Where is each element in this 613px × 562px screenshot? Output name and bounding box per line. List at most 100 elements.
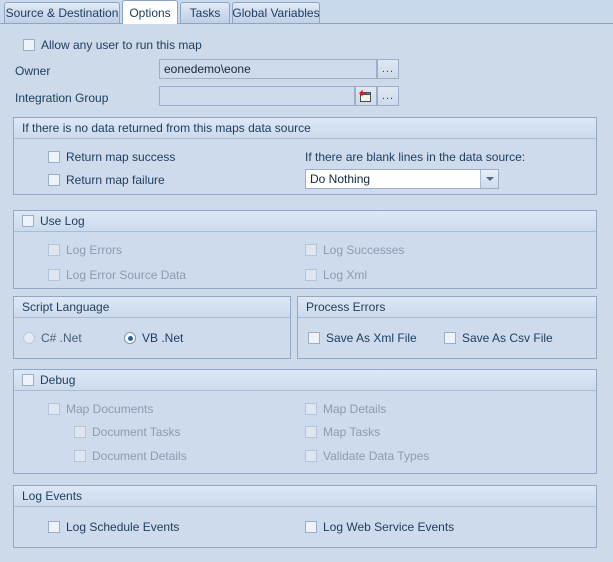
log-events-group-header: Log Events [14, 486, 596, 507]
tab-source-and-destination[interactable]: Source & Destination [4, 2, 120, 23]
options-content: Allow any user to run this map Owner eon… [1, 24, 609, 560]
radio-vb-net-row[interactable]: VB .Net [124, 331, 183, 345]
log-successes-checkbox[interactable] [305, 244, 317, 256]
save-as-xml-file-row[interactable]: Save As Xml File [308, 331, 417, 345]
script-language-group-title: Script Language [22, 300, 110, 314]
script-language-group-body: C# .Net VB .Net [14, 318, 290, 358]
map-documents-row[interactable]: Map Documents [48, 402, 153, 416]
log-errors-label: Log Errors [66, 243, 123, 257]
log-xml-checkbox[interactable] [305, 269, 317, 281]
save-as-csv-file-checkbox[interactable] [444, 332, 456, 344]
owner-browse-button[interactable]: ... [377, 59, 399, 79]
options-tab-panel: Allow any user to run this map Owner eon… [0, 23, 613, 562]
tab-label: Global Variables [232, 6, 320, 20]
validate-data-types-row[interactable]: Validate Data Types [305, 449, 429, 463]
document-details-checkbox[interactable] [74, 450, 86, 462]
log-events-group-body: Log Schedule Events Log Web Service Even… [14, 507, 596, 547]
log-error-source-data-checkbox[interactable] [48, 269, 60, 281]
no-data-group-body: Return map success Return map failure If… [14, 139, 596, 194]
log-error-source-data-row[interactable]: Log Error Source Data [48, 268, 186, 282]
document-tasks-checkbox[interactable] [74, 426, 86, 438]
use-log-group-header[interactable]: Use Log [14, 211, 596, 232]
integration-group-input[interactable] [159, 86, 355, 106]
validate-data-types-checkbox[interactable] [305, 450, 317, 462]
debug-checkbox[interactable] [22, 374, 34, 386]
blank-lines-label: If there are blank lines in the data sou… [305, 150, 526, 164]
allow-any-user-checkbox[interactable] [23, 39, 35, 51]
log-errors-checkbox[interactable] [48, 244, 60, 256]
tab-tasks[interactable]: Tasks [180, 2, 230, 23]
return-map-failure-row[interactable]: Return map failure [48, 173, 165, 187]
save-as-xml-file-label: Save As Xml File [326, 331, 417, 345]
log-web-service-events-label: Log Web Service Events [323, 520, 455, 534]
debug-group-header[interactable]: Debug [14, 370, 596, 391]
document-details-label: Document Details [92, 449, 187, 463]
script-language-group: Script Language C# .Net VB .Net [13, 296, 291, 359]
log-schedule-events-checkbox[interactable] [48, 521, 60, 533]
ellipsis-icon: ... [381, 89, 395, 102]
owner-input[interactable]: eonedemo\eone [159, 59, 377, 79]
map-tasks-checkbox[interactable] [305, 426, 317, 438]
integration-group-pick-button[interactable] [355, 86, 377, 106]
map-documents-label: Map Documents [66, 402, 154, 416]
map-details-row[interactable]: Map Details [305, 402, 386, 416]
tab-label: Source & Destination [5, 6, 119, 20]
log-errors-row[interactable]: Log Errors [48, 243, 122, 257]
tab-strip: Source & Destination Options Tasks Globa… [0, 0, 613, 24]
return-map-success-row[interactable]: Return map success [48, 150, 175, 164]
owner-value: eonedemo\eone [164, 62, 251, 76]
blank-lines-dropdown[interactable]: Do Nothing [305, 169, 499, 189]
log-xml-row[interactable]: Log Xml [305, 268, 367, 282]
integration-group-browse-button[interactable]: ... [377, 86, 399, 106]
return-map-failure-label: Return map failure [66, 173, 165, 187]
script-language-group-header: Script Language [14, 297, 290, 318]
log-error-source-data-label: Log Error Source Data [66, 268, 187, 282]
log-schedule-events-label: Log Schedule Events [66, 520, 180, 534]
no-data-group: If there is no data returned from this m… [13, 117, 597, 195]
document-details-row[interactable]: Document Details [74, 449, 187, 463]
window-red-arrow-icon [359, 90, 373, 103]
map-tasks-row[interactable]: Map Tasks [305, 425, 380, 439]
log-web-service-events-row[interactable]: Log Web Service Events [305, 520, 454, 534]
tab-global-variables[interactable]: Global Variables [232, 2, 320, 23]
use-log-group-title: Use Log [40, 214, 85, 228]
radio-csharp-net-label: C# .Net [41, 331, 82, 345]
radio-csharp-net-row[interactable]: C# .Net [23, 331, 82, 345]
use-log-checkbox[interactable] [22, 215, 34, 227]
log-xml-label: Log Xml [323, 268, 368, 282]
map-tasks-label: Map Tasks [323, 425, 381, 439]
radio-vb-net[interactable] [124, 332, 136, 344]
map-documents-checkbox[interactable] [48, 403, 60, 415]
log-schedule-events-row[interactable]: Log Schedule Events [48, 520, 179, 534]
no-data-group-title: If there is no data returned from this m… [22, 121, 311, 135]
allow-any-user-label: Allow any user to run this map [41, 38, 202, 52]
document-tasks-row[interactable]: Document Tasks [74, 425, 180, 439]
tab-options[interactable]: Options [122, 0, 178, 24]
log-web-service-events-checkbox[interactable] [305, 521, 317, 533]
log-successes-row[interactable]: Log Successes [305, 243, 404, 257]
radio-csharp-net[interactable] [23, 332, 35, 344]
ellipsis-icon: ... [381, 62, 395, 75]
map-details-checkbox[interactable] [305, 403, 317, 415]
process-errors-group-header: Process Errors [298, 297, 596, 318]
process-errors-group-title: Process Errors [306, 300, 386, 314]
log-successes-label: Log Successes [323, 243, 405, 257]
use-log-group-body: Log Errors Log Successes Log Error Sourc… [14, 232, 596, 288]
chevron-down-icon[interactable] [480, 170, 498, 188]
return-map-success-label: Return map success [66, 150, 176, 164]
debug-group: Debug Map Documents Map Details Document… [13, 369, 597, 474]
blank-lines-selected-value: Do Nothing [310, 172, 371, 186]
allow-any-user-checkbox-row[interactable]: Allow any user to run this map [23, 38, 202, 52]
log-events-group-title: Log Events [22, 489, 83, 503]
debug-group-body: Map Documents Map Details Document Tasks… [14, 391, 596, 473]
owner-label: Owner [15, 64, 51, 78]
log-events-group: Log Events Log Schedule Events Log Web S… [13, 485, 597, 548]
debug-group-title: Debug [40, 373, 76, 387]
return-map-failure-checkbox[interactable] [48, 174, 60, 186]
return-map-success-checkbox[interactable] [48, 151, 60, 163]
radio-vb-net-label: VB .Net [142, 331, 184, 345]
use-log-group: Use Log Log Errors Log Successes Log Err… [13, 210, 597, 289]
save-as-xml-file-checkbox[interactable] [308, 332, 320, 344]
document-tasks-label: Document Tasks [92, 425, 181, 439]
save-as-csv-file-row[interactable]: Save As Csv File [444, 331, 553, 345]
